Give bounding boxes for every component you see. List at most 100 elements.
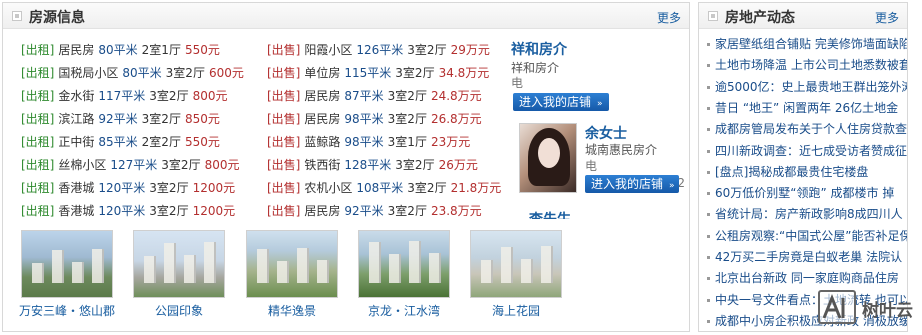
logo-icon (818, 290, 856, 324)
project-thumbnail[interactable] (358, 230, 450, 298)
news-item[interactable]: 昔日 “地王” 闲置两年 26亿土地金 (707, 97, 907, 119)
listing-location: 农机小区 (304, 181, 353, 195)
listing-location: 国税局小区 (58, 66, 119, 80)
news-item[interactable]: 42万买二手房竟是白蚁老巢 法院认 (707, 246, 907, 268)
listing-row[interactable]: [出售] 居民房 98平米 3室2厅 26.8万元 (267, 108, 486, 131)
listing-rooms: 3室2厅 (395, 66, 435, 80)
panel-title: 房地产动态 (725, 10, 795, 26)
listing-area: 80平米 (98, 43, 138, 57)
listing-price: 26.8万元 (430, 112, 482, 126)
thumbnail-caption[interactable]: 精华逸景 (236, 302, 348, 319)
agent-card-3: 李先生 (517, 209, 577, 219)
thumbnail-caption[interactable]: 京龙・江水湾 (348, 302, 460, 319)
news-item[interactable]: 家居壁纸组合铺贴 完美修饰墙面缺陷 (707, 33, 907, 55)
listing-row[interactable]: [出租] 金水街 117平米 3室2厅 800元 (21, 85, 231, 108)
listing-area: 85平米 (98, 135, 138, 149)
panel-header: 房地产动态 更多 (699, 3, 907, 29)
listing-price: 34.8万元 (438, 66, 490, 80)
project-thumbnail[interactable] (470, 230, 562, 298)
listing-tag: [出租] (21, 135, 55, 149)
listing-row[interactable]: [出租] 滨江路 92平米 3室2厅 850元 (21, 108, 224, 131)
listing-rooms: 3室2厅 (165, 66, 205, 80)
listing-price: 550元 (184, 135, 220, 149)
news-item[interactable]: 逾5000亿：史上最贵地王群出笼外滩 (707, 76, 907, 98)
listing-area: 120平米 (98, 204, 146, 218)
more-link[interactable]: 更多 (657, 9, 681, 26)
news-headline: 家居壁纸组合铺贴 完美修饰墙面缺陷 (715, 37, 907, 51)
bullet-icon (707, 298, 710, 302)
listing-location: 居民房 (58, 43, 95, 57)
news-item[interactable]: 省统计局：房产新政影响8成四川人 (707, 203, 907, 225)
news-headline: 昔日 “地王” 闲置两年 26亿土地金 (715, 100, 899, 115)
news-item[interactable]: [盘点]揭秘成都最贵住宅楼盘 (707, 161, 907, 183)
news-item[interactable]: 四川新政调查：近七成受访者赞成征收 (707, 140, 907, 162)
news-item[interactable]: 北京出台新政 同一家庭购商品住房 (707, 267, 907, 289)
listing-row[interactable]: [出售] 阳霞小区 126平米 3室2厅 29万元 (267, 39, 494, 62)
enter-shop-button[interactable]: 进入我的店铺 » (513, 93, 609, 111)
agent-name[interactable]: 余女士 (585, 123, 627, 143)
listing-rooms: 3室2厅 (407, 43, 447, 57)
listing-tag: [出租] (21, 181, 55, 195)
listing-location: 丝棉小区 (58, 158, 107, 172)
panel-title: 房源信息 (29, 10, 85, 26)
project-thumbnail[interactable] (21, 230, 113, 298)
news-item[interactable]: 60万低价别墅“领跑” 成都楼市 掉 (707, 182, 907, 204)
listing-location: 金水街 (58, 89, 95, 103)
news-headline: 四川新政调查：近七成受访者赞成征收 (715, 143, 907, 158)
bullet-icon (707, 149, 710, 153)
listing-location: 阳霞小区 (304, 43, 353, 57)
listing-rooms: 3室2厅 (395, 158, 435, 172)
news-headline: [盘点]揭秘成都最贵住宅楼盘 (715, 164, 869, 179)
listing-rooms: 3室2厅 (387, 89, 427, 103)
agent-photo[interactable] (519, 123, 577, 193)
logo-text: 树叶云 (862, 301, 913, 321)
bullet-icon (707, 85, 710, 89)
agent-name[interactable]: 祥和房介 (511, 39, 567, 59)
listing-row[interactable]: [出租] 正中街 85平米 2室2厅 550元 (21, 131, 224, 154)
more-link[interactable]: 更多 (875, 9, 899, 26)
agent-card-1: 祥和房介 祥和房介 电 进入我的店铺» (511, 37, 631, 117)
news-item[interactable]: 土地市场降温 上市公司土地悉数被套 (707, 54, 907, 76)
listing-price: 1200元 (192, 181, 236, 195)
listing-rooms: 3室1厅 (387, 135, 427, 149)
listing-area: 120平米 (98, 181, 146, 195)
listing-row[interactable]: [出售] 蓝鲸路 98平米 3室1厅 23万元 (267, 131, 474, 154)
thumbnail-caption[interactable]: 万安三峰・悠山郡 (11, 302, 123, 319)
listing-row[interactable]: [出租] 丝棉小区 127平米 3室2厅 800元 (21, 154, 243, 177)
bullet-icon (707, 213, 710, 217)
thumbnail-caption[interactable]: 公园印象 (123, 302, 235, 319)
listing-row[interactable]: [出售] 铁西街 128平米 3室2厅 26万元 (267, 154, 482, 177)
project-thumbnail[interactable] (246, 230, 338, 298)
thumbnail-caption[interactable]: 海上花园 (460, 302, 572, 319)
listing-row[interactable]: [出租] 国税局小区 80平米 3室2厅 600元 (21, 62, 248, 85)
agent-card-2: 余女士 城南惠民房介 电话:13330687672 进入我的店铺» (517, 119, 687, 199)
listing-row[interactable]: [出租] 居民房 80平米 2室1厅 550元 (21, 39, 224, 62)
news-item[interactable]: 公租房观察:“中国式公屋”能否补足保 (707, 225, 907, 247)
listing-rooms: 3室2厅 (161, 158, 201, 172)
listing-row[interactable]: [出售] 单位房 115平米 3室2厅 34.8万元 (267, 62, 493, 85)
listing-row[interactable]: [出售] 居民房 87平米 3室2厅 24.8万元 (267, 85, 486, 108)
arrow-icon: » (669, 181, 675, 191)
listing-tag: [出租] (21, 158, 55, 172)
listing-row[interactable]: [出租] 香港城 120平米 3室2厅 1200元 (21, 177, 239, 200)
project-thumbnail[interactable] (133, 230, 225, 298)
agent-name[interactable]: 李先生 (529, 209, 571, 219)
listing-row[interactable]: [出售] 居民房 92平米 3室2厅 23.8万元 (267, 200, 486, 223)
listing-area: 126平米 (356, 43, 404, 57)
listing-tag: [出租] (21, 204, 55, 218)
listing-location: 滨江路 (58, 112, 95, 126)
bullet-icon (707, 277, 710, 281)
bullet-icon (707, 234, 710, 238)
listing-tag: [出租] (21, 112, 55, 126)
watermark-logo: 树叶云 (818, 288, 916, 328)
listing-row[interactable]: [出售] 农机小区 108平米 3室2厅 21.8万元 (267, 177, 505, 200)
listing-area: 127平米 (110, 158, 158, 172)
listing-tag: [出租] (21, 66, 55, 80)
enter-shop-button[interactable]: 进入我的店铺 » (585, 175, 679, 193)
listing-row[interactable]: [出租] 香港城 120平米 3室2厅 1200元 (21, 200, 239, 223)
button-label: 进入我的店铺 (519, 95, 592, 109)
news-item[interactable]: 成都房管局发布关于个人住房贷款查询 (707, 118, 907, 140)
listing-area: 98平米 (344, 135, 384, 149)
listing-tag: [出售] (267, 158, 301, 172)
listing-price: 26万元 (438, 158, 478, 172)
